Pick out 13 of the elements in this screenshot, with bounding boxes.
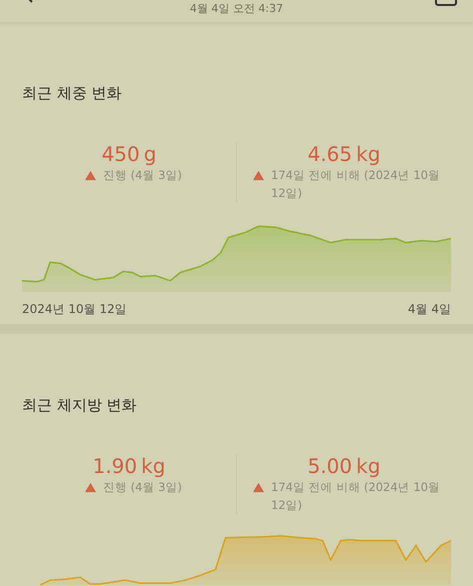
comparison-note: 진행 (4월 3일) bbox=[103, 167, 182, 184]
section-title: 최근 체지방 변화 bbox=[22, 394, 138, 416]
comparison-note: 174일 전에 비해 (2024년 10월 12일) bbox=[271, 478, 441, 514]
date-time-subtitle: 4월 4일 오전 4:37 bbox=[190, 1, 284, 14]
comparison-note: 174일 전에 비해 (2024년 10월 12일) bbox=[271, 167, 441, 202]
start-date-label: 2024년 10월 12일 bbox=[22, 300, 127, 318]
comparison-note: 진행 (4월 3일) bbox=[103, 478, 182, 496]
change-value: 4.65 kg bbox=[308, 142, 380, 166]
end-date-label: 4월 4일 bbox=[408, 300, 451, 318]
change-value: 450 g bbox=[102, 142, 156, 166]
section-title: 최근 체중 변화 bbox=[22, 83, 123, 104]
change-value: 5.00 kg bbox=[308, 454, 380, 478]
change-value: 1.90 kg bbox=[92, 454, 166, 478]
